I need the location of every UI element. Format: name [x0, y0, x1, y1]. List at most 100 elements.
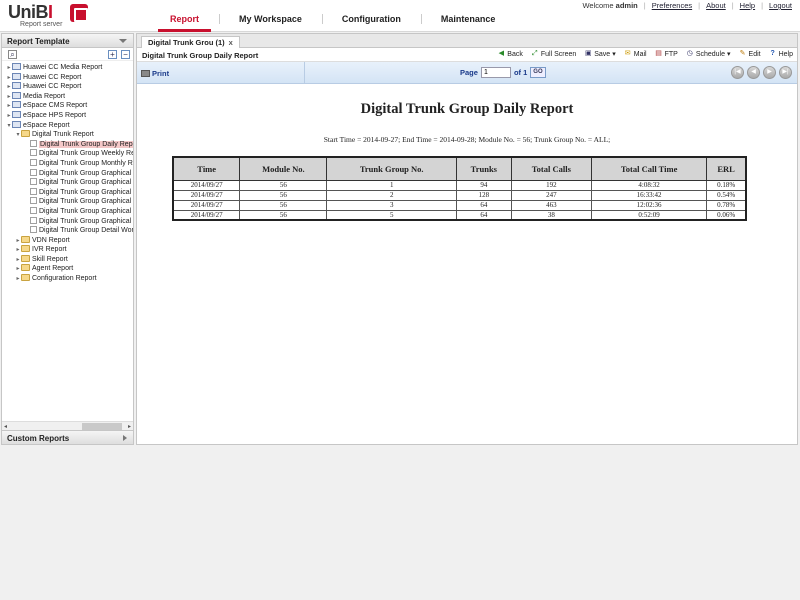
username: admin: [615, 1, 638, 10]
prev-page-icon[interactable]: ◀: [747, 66, 760, 79]
table-cell: 192: [510, 179, 593, 191]
table-cell: 0.18%: [706, 179, 747, 191]
print-button[interactable]: Print: [141, 69, 169, 78]
about-link[interactable]: About: [706, 1, 726, 10]
table-row: 2014/09/27 56 1 94 192 4:08:32 0.18%: [172, 179, 747, 191]
tree-item[interactable]: ▸ Configuration Report: [2, 274, 133, 284]
tree-item[interactable]: ▾ Digital Trunk Report: [2, 130, 133, 140]
go-button[interactable]: GO: [530, 67, 546, 78]
nav-maintenance[interactable]: Maintenance: [420, 13, 516, 32]
page-of-label: of 1: [513, 68, 528, 77]
table-cell: 4:08:32: [591, 179, 708, 191]
folder-icon: [21, 235, 30, 243]
report-title: Digital Trunk Group Daily Report: [360, 101, 574, 117]
tree-item[interactable]: ▸ Agent Report: [2, 264, 133, 274]
report-document-icon: [30, 158, 37, 166]
table-cell: 463: [510, 199, 593, 211]
tree-item[interactable]: ▸ Huawei CC Report: [2, 82, 133, 92]
column-header: Trunks: [455, 156, 512, 181]
logout-link[interactable]: Logout: [769, 1, 792, 10]
tree-item[interactable]: ▸ eSpace HPS Report: [2, 110, 133, 121]
tree-item-label: Digital Trunk Group Graphical Workload: [39, 188, 133, 196]
scroll-right-icon[interactable]: ▸: [128, 423, 131, 430]
page-input[interactable]: [480, 67, 511, 78]
tree-item[interactable]: ▸ Huawei CC Media Report: [2, 63, 133, 73]
ftp-button[interactable]: ▤ FTP: [655, 50, 678, 58]
tree-item[interactable]: ▾ eSpace Report: [2, 120, 133, 131]
scroll-left-icon[interactable]: ◂: [4, 423, 7, 430]
tree-item[interactable]: Digital Trunk Group Weekly Report: [2, 149, 133, 159]
printer-icon: [141, 70, 150, 77]
report-tree: ▸ Huawei CC Media Report ▸ Huawei CC Report…: [2, 61, 133, 423]
column-header: Trunk Group No.: [326, 156, 457, 181]
full-screen-icon: ⤢: [532, 50, 538, 57]
tree-item[interactable]: Digital Trunk Group Detail Workload: [2, 226, 133, 236]
table-cell: 56: [239, 209, 328, 221]
tree-item[interactable]: Digital Trunk Group Graphical Workload: [2, 216, 133, 227]
tree-item-label: eSpace CMS Report: [23, 102, 88, 110]
next-page-icon[interactable]: ▶: [763, 66, 776, 79]
tree-item-label: Huawei CC Report: [23, 83, 82, 91]
schedule-button[interactable]: ◷ Schedule ▾: [686, 50, 731, 58]
table-cell: 247: [510, 189, 593, 201]
preferences-link[interactable]: Preferences: [652, 1, 692, 10]
report-document-icon: [30, 216, 37, 224]
close-tab-icon[interactable]: x: [229, 38, 233, 47]
report-table: Time Module No. Trunk Group No. Trunks Total…: [172, 156, 747, 221]
mail-button[interactable]: ✉ Mail: [624, 50, 647, 58]
report-category-icon: [12, 120, 21, 128]
tree-item-label: Huawei CC Media Report: [23, 64, 103, 71]
tree-item[interactable]: ▸ Huawei CC Report: [2, 72, 133, 83]
folder-icon: [21, 245, 30, 253]
nav-configuration[interactable]: Configuration: [321, 13, 421, 32]
expand-all-icon[interactable]: +: [108, 50, 117, 59]
nav-my-workspace[interactable]: My Workspace: [219, 13, 322, 32]
tree-item[interactable]: Digital Trunk Group Graphical Workload: [2, 206, 133, 217]
nav-report[interactable]: Report: [150, 13, 219, 32]
help-link[interactable]: Help: [740, 1, 755, 10]
tree-item[interactable]: ▸ IVR Report: [2, 245, 133, 255]
tab-report[interactable]: Digital Trunk Grou (1) x: [141, 36, 240, 48]
table-cell: 56: [239, 189, 328, 201]
table-cell: 2: [326, 189, 457, 201]
search-tree-icon[interactable]: ⌕: [8, 50, 17, 59]
schedule-icon: ◷: [686, 50, 693, 57]
custom-reports-header[interactable]: Custom Reports: [2, 430, 133, 444]
tree-item[interactable]: ▸ eSpace CMS Report: [2, 101, 133, 111]
tree-item[interactable]: Digital Trunk Group Graphical Workload: [2, 187, 133, 198]
tree-item[interactable]: Digital Trunk Group Graphical Workload: [2, 178, 133, 188]
tree-item-label: IVR Report: [32, 246, 67, 254]
save-button[interactable]: ▣ Save ▾: [584, 50, 616, 58]
report-category-icon: [12, 63, 21, 70]
panel-title: Report Template: [2, 34, 133, 48]
report-document-icon: [30, 178, 37, 186]
edit-button[interactable]: ✎ Edit: [739, 50, 761, 58]
logo-text: UniBI: [8, 2, 53, 22]
top-links: Welcome admin | Preferences | About | He…: [582, 1, 792, 10]
tree-item[interactable]: ▸ VDN Report: [2, 235, 133, 246]
first-page-icon[interactable]: |◀: [731, 66, 744, 79]
tree-item-label: Digital Trunk Group Detail Workload: [39, 227, 133, 235]
report-name: Digital Trunk Group Daily Report: [142, 51, 259, 60]
collapse-chevron-icon[interactable]: [119, 39, 127, 43]
table-cell: 38: [510, 209, 593, 221]
back-button[interactable]: ◀ Back: [497, 50, 523, 58]
tree-item[interactable]: Digital Trunk Group Graphical Workload: [2, 168, 133, 179]
tree-item[interactable]: ▸ Media Report: [2, 91, 133, 102]
tree-item-label: Digital Trunk Group Graphical Workload: [39, 179, 133, 187]
full-screen-button[interactable]: ⤢ Full Screen: [531, 50, 576, 58]
collapse-all-icon[interactable]: −: [121, 50, 130, 59]
tree-item[interactable]: ▸ Skill Report: [2, 254, 133, 265]
help-button[interactable]: ? Help: [769, 50, 793, 58]
logo-cube-icon: [70, 4, 88, 22]
tree-item-label: Digital Trunk Group Graphical Workload: [39, 169, 133, 177]
table-cell: 64: [455, 199, 512, 211]
table-cell: 0.78%: [706, 199, 747, 211]
tree-item[interactable]: Digital Trunk Group Daily Report: [2, 139, 133, 150]
tree-item[interactable]: Digital Trunk Group Monthly Report: [2, 158, 133, 169]
horizontal-scrollbar[interactable]: ◂ ▸: [2, 421, 133, 430]
last-page-icon[interactable]: ▶|: [779, 66, 792, 79]
folder-icon: [21, 264, 30, 272]
tree-item[interactable]: Digital Trunk Group Graphical Workload: [2, 197, 133, 207]
scrollbar-thumb[interactable]: [82, 423, 122, 430]
